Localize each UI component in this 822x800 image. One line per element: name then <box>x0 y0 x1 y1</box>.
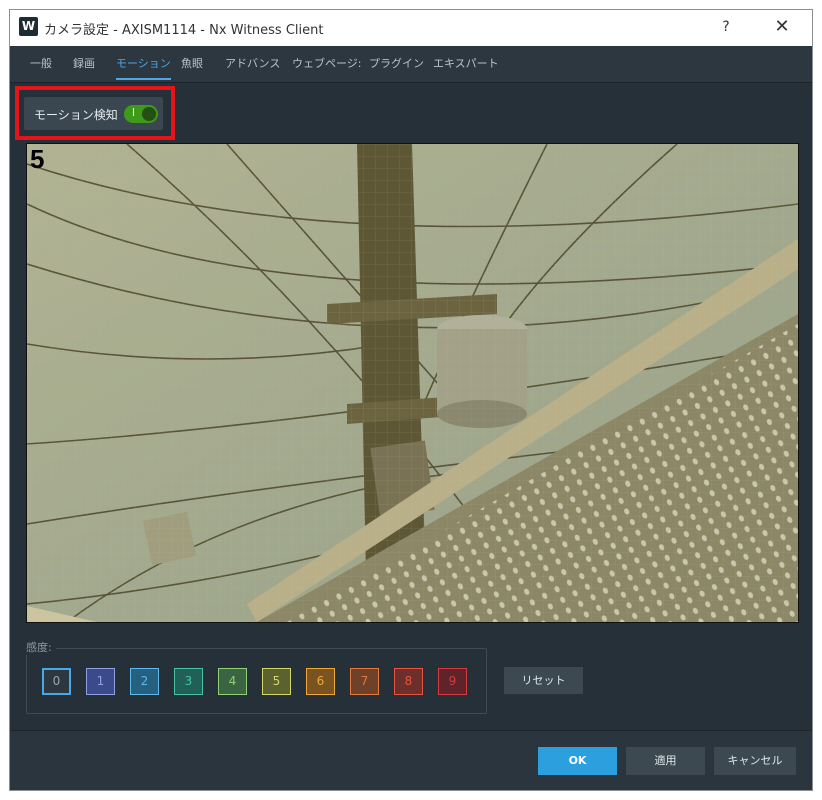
close-button[interactable]: ✕ <box>770 15 794 39</box>
tab-web-page[interactable]: ウェブページ: <box>292 46 362 82</box>
tab-bar: 一般 録画 モーション 魚眼 アドバンス ウェブページ: プラグイン エキスパー… <box>10 46 812 83</box>
app-logo-icon: W <box>19 17 38 36</box>
tab-fisheye[interactable]: 魚眼 <box>181 46 203 82</box>
apply-button[interactable]: 適用 <box>626 747 705 775</box>
sensitivity-level-7-button[interactable]: 7 <box>350 668 379 695</box>
sensitivity-level-0-button[interactable]: 0 <box>42 668 71 695</box>
camera-motion-preview[interactable]: 5 <box>26 143 799 623</box>
sensitivity-level-4-button[interactable]: 4 <box>218 668 247 695</box>
sensitivity-level-3-button[interactable]: 3 <box>174 668 203 695</box>
camera-image <box>27 144 798 622</box>
camera-settings-window: W カメラ設定 - AXISM1114 - Nx Witness Client … <box>9 9 813 791</box>
title-bar: W カメラ設定 - AXISM1114 - Nx Witness Client … <box>10 10 812 47</box>
tab-motion[interactable]: モーション <box>116 46 171 82</box>
tab-recording[interactable]: 録画 <box>73 46 95 82</box>
tab-expert[interactable]: エキスパート <box>433 46 499 82</box>
sensitivity-level-2-button[interactable]: 2 <box>130 668 159 695</box>
sensitivity-level-6-button[interactable]: 6 <box>306 668 335 695</box>
sensitivity-level-8-button[interactable]: 8 <box>394 668 423 695</box>
window-title: カメラ設定 - AXISM1114 - Nx Witness Client <box>44 23 324 38</box>
ok-button[interactable]: OK <box>538 747 617 775</box>
motion-detection-highlight <box>15 86 175 140</box>
help-button[interactable]: ? <box>716 17 736 37</box>
sensitivity-label: 感度: <box>22 639 56 655</box>
reset-button[interactable]: リセット <box>504 667 583 694</box>
sensitivity-level-9-button[interactable]: 9 <box>438 668 467 695</box>
tab-general[interactable]: 一般 <box>30 46 52 82</box>
channel-number: 5 <box>30 144 45 174</box>
tab-advanced[interactable]: アドバンス <box>225 46 280 82</box>
sensitivity-level-5-button[interactable]: 5 <box>262 668 291 695</box>
tab-plugins[interactable]: プラグイン <box>369 46 424 82</box>
sensitivity-level-1-button[interactable]: 1 <box>86 668 115 695</box>
cancel-button[interactable]: キャンセル <box>714 747 796 775</box>
